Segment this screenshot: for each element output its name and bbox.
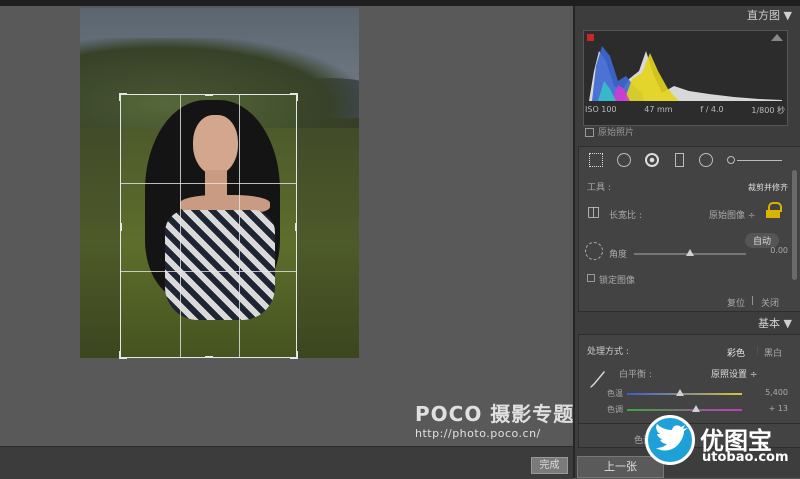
right-panel: 直方图 ▼ ISO 100 47 mm f / 4.0 1/800 秒 原始照片… <box>573 6 800 478</box>
straighten-tool-icon[interactable] <box>585 242 603 260</box>
watermark-brand: POCO 摄影专题 <box>415 402 575 426</box>
color-option[interactable]: 彩色 <box>727 346 745 359</box>
exif-row: ISO 100 47 mm f / 4.0 1/800 秒 <box>585 105 785 116</box>
collapse-triangle-icon[interactable]: ▼ <box>784 317 792 330</box>
basic-header[interactable]: 基本 ▼ <box>575 314 800 334</box>
iso-value: ISO 100 <box>585 105 617 114</box>
white-balance-label: 白平衡 : <box>619 370 652 380</box>
poco-watermark: POCO 摄影专题 http://photo.poco.cn/ <box>415 398 574 440</box>
crop-handle-left[interactable] <box>120 223 122 231</box>
crop-handle-top-left[interactable] <box>119 93 127 101</box>
crop-grid-line <box>180 95 181 357</box>
original-photo-toggle[interactable]: 原始照片 <box>585 125 634 138</box>
focal-length-value: 47 mm <box>644 105 673 114</box>
tint-value[interactable]: + 13 <box>769 404 788 413</box>
aspect-dropdown[interactable]: 原始图像 ÷ <box>709 208 755 221</box>
angle-value[interactable]: 0.00 <box>770 246 788 255</box>
shutter-value: 1/800 秒 <box>751 106 785 115</box>
radial-filter-icon[interactable] <box>699 153 713 167</box>
tint-label: 色调 <box>607 405 623 414</box>
eyedropper-svg <box>590 368 605 388</box>
brush-slider[interactable] <box>737 160 782 161</box>
crop-grid-line <box>239 95 240 357</box>
crop-overlay[interactable] <box>119 93 298 359</box>
close-panel-divider: | <box>751 296 755 306</box>
done-button[interactable]: 完成 <box>531 457 568 474</box>
histogram-title: 直方图 <box>747 9 781 22</box>
white-balance-dropdown[interactable]: 原照设置 ÷ <box>711 367 757 380</box>
treatment-divider: | <box>756 346 760 356</box>
crop-dim-left <box>80 94 120 358</box>
tool-strip <box>578 146 800 176</box>
tint-slider-thumb[interactable] <box>692 405 700 412</box>
crop-grid-line <box>121 183 296 184</box>
bottom-toolbar <box>0 446 573 479</box>
lock-image-label: 锁定图像 <box>599 276 636 286</box>
aperture-value: f / 4.0 <box>700 105 724 114</box>
crop-grid-line <box>121 271 296 272</box>
crop-handle-bottom-right[interactable] <box>290 351 298 359</box>
temperature-slider-track[interactable] <box>627 393 742 395</box>
bird-logo-icon <box>645 415 695 465</box>
crop-tool-icon[interactable] <box>589 153 603 167</box>
logo-url: utobao.com <box>702 450 789 465</box>
basic-title: 基本 <box>758 317 781 330</box>
lock-image-checkbox[interactable] <box>587 274 595 282</box>
temperature-label: 色温 <box>607 389 623 398</box>
crop-handle-right[interactable] <box>295 223 297 231</box>
aspect-label: 长宽比 : <box>609 211 642 221</box>
treatment-label: 处理方式 : <box>587 347 629 357</box>
panel-scrollbar[interactable] <box>792 170 797 280</box>
close-button[interactable]: 关闭 <box>761 296 779 309</box>
bird-logo-svg <box>656 424 688 451</box>
temperature-slider-thumb[interactable] <box>675 389 684 396</box>
spot-removal-icon[interactable] <box>617 153 631 167</box>
original-photo-label: 原始照片 <box>598 128 635 138</box>
brush-icon[interactable] <box>727 156 735 164</box>
checkbox-icon[interactable] <box>585 128 594 137</box>
watermark-url: http://photo.poco.cn/ <box>415 427 541 440</box>
collapse-triangle-icon[interactable]: ▼ <box>784 9 792 22</box>
crop-dim-top <box>80 8 359 94</box>
tool-label: 工具 : <box>587 183 611 193</box>
crop-panel: 工具 : 裁剪并修齐 ◫ 长宽比 : 原始图像 ÷ 自动 角度 0.00 锁定图… <box>578 174 800 312</box>
crop-handle-bottom[interactable] <box>205 356 213 358</box>
angle-slider-thumb[interactable] <box>686 249 694 256</box>
red-eye-icon[interactable] <box>645 153 659 167</box>
shadow-clipping-icon[interactable] <box>587 34 594 41</box>
temperature-value[interactable]: 5,400 <box>765 388 788 397</box>
crop-handle-top-right[interactable] <box>290 93 298 101</box>
graduated-filter-icon[interactable] <box>675 153 684 167</box>
lock-icon-body[interactable] <box>766 210 780 218</box>
eyedropper-icon[interactable] <box>589 367 605 389</box>
crop-handle-top[interactable] <box>205 94 213 96</box>
histogram-header[interactable]: 直方图 ▼ <box>575 6 800 26</box>
crop-frame-icon[interactable]: ◫ <box>587 204 600 220</box>
tint-slider-track[interactable] <box>627 409 742 411</box>
reset-button[interactable]: 复位 <box>727 296 745 309</box>
bw-option[interactable]: 黑白 <box>764 346 782 359</box>
crop-dim-right <box>297 94 359 358</box>
tool-value[interactable]: 裁剪并修齐 <box>748 182 788 193</box>
angle-label: 角度 <box>609 250 628 260</box>
crop-handle-bottom-left[interactable] <box>119 351 127 359</box>
highlight-clipping-icon[interactable] <box>771 34 783 41</box>
